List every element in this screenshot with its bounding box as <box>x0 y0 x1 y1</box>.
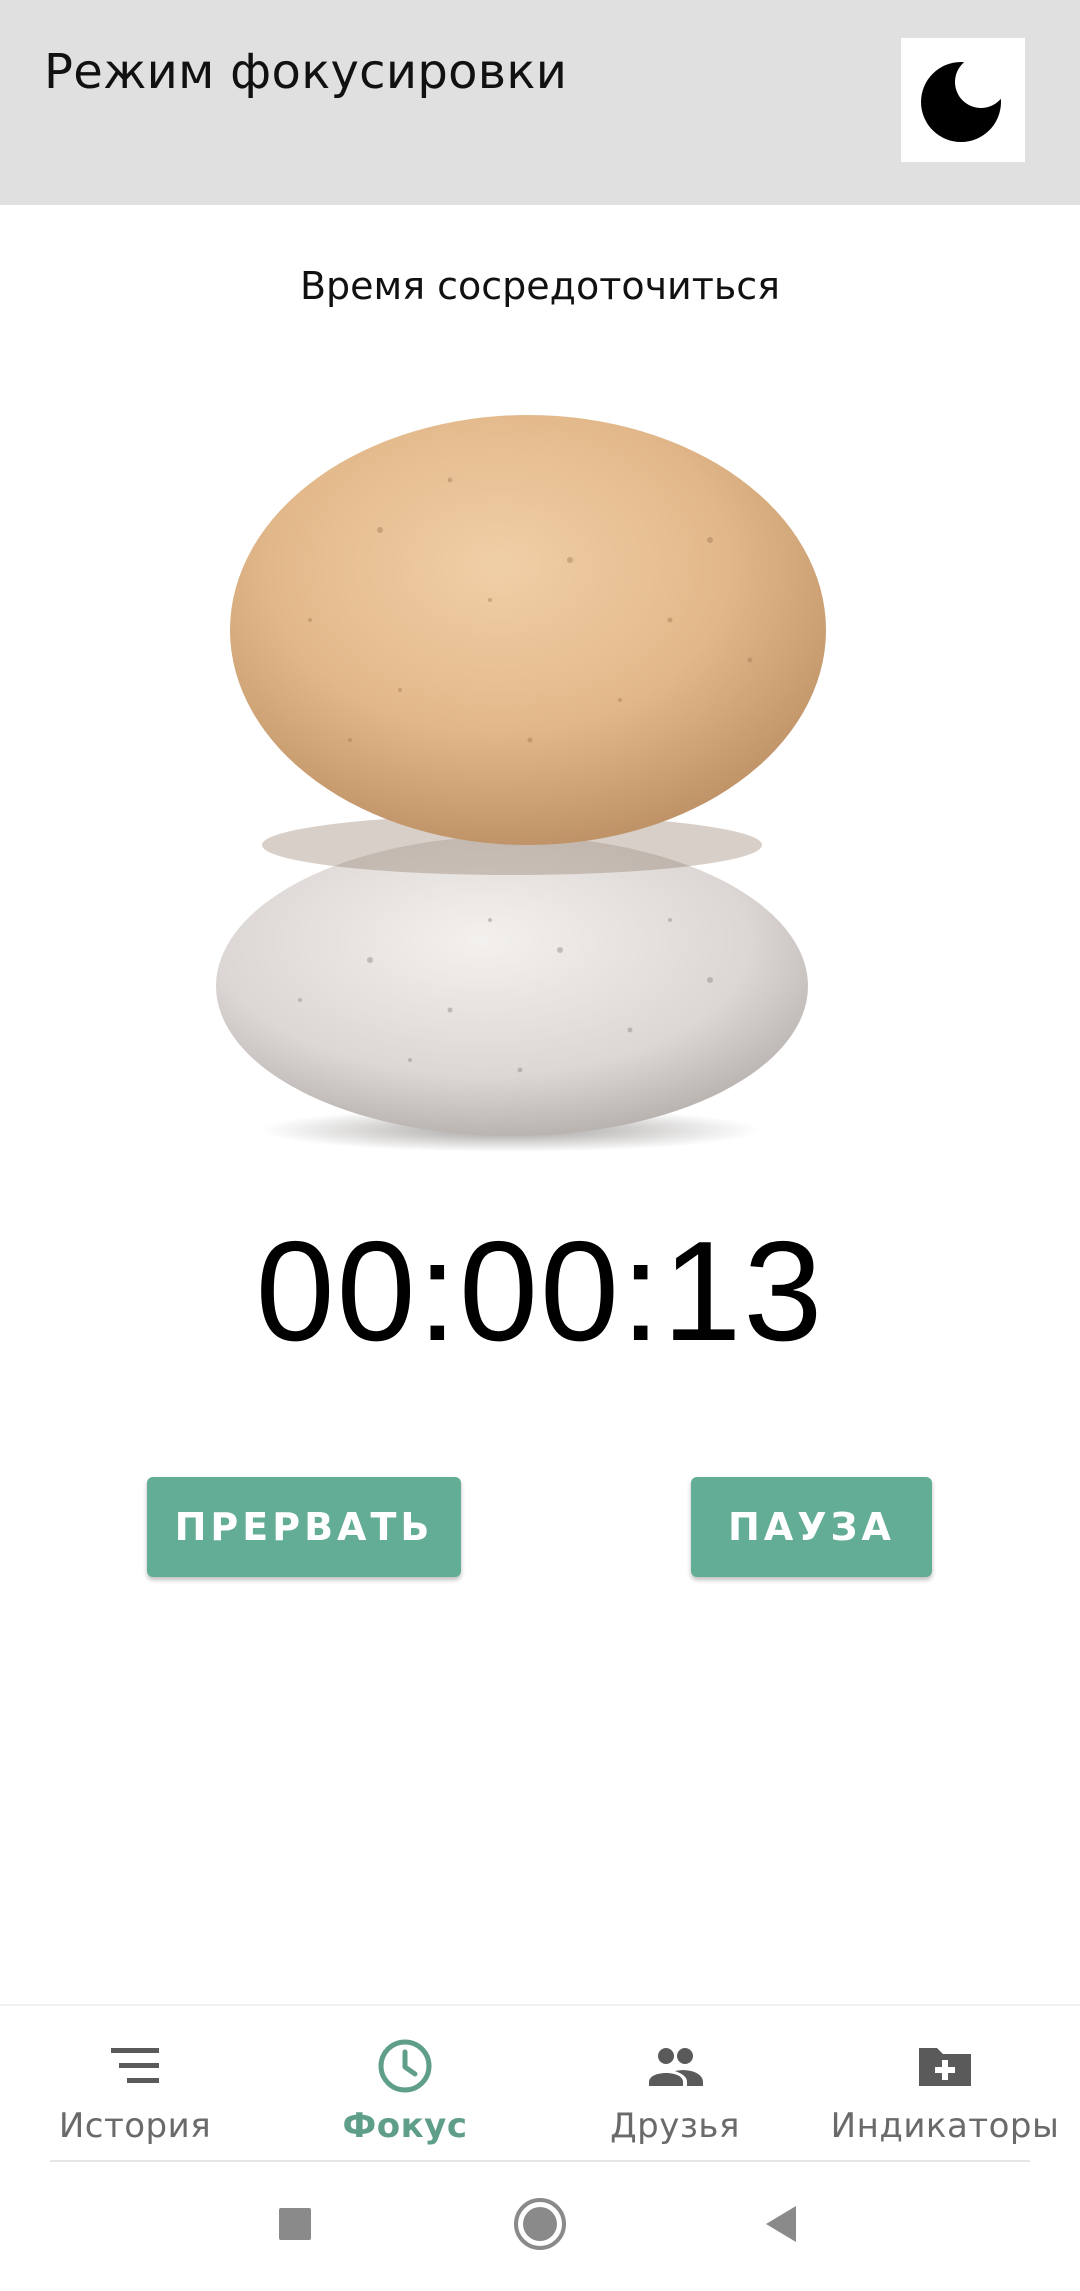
nav-item-history[interactable]: История <box>0 2006 270 2164</box>
nav-item-focus[interactable]: Фокус <box>270 2006 540 2164</box>
nav-label-history: История <box>58 2106 212 2146</box>
theme-toggle-button[interactable] <box>901 38 1025 162</box>
nav-item-friends[interactable]: Друзья <box>540 2006 810 2164</box>
nav-item-indicators[interactable]: Индикаторы <box>810 2006 1080 2164</box>
folder-add-icon <box>919 2048 971 2086</box>
pause-button[interactable]: ПАУЗА <box>691 1477 932 1577</box>
home-button[interactable] <box>500 2184 580 2264</box>
clock-icon <box>378 2039 432 2093</box>
moon-icon <box>921 56 1007 142</box>
recents-square-icon <box>279 2208 311 2240</box>
app-bar: Режим фокусировки <box>0 0 1080 205</box>
focus-subtitle: Время сосредоточиться <box>299 264 781 308</box>
system-navigation-bar <box>0 2162 1080 2291</box>
recents-button[interactable] <box>255 2184 335 2264</box>
app-title: Режим фокусировки <box>44 44 568 100</box>
nav-label-focus: Фокус <box>342 2106 468 2146</box>
abort-button[interactable]: ПРЕРВАТЬ <box>147 1477 461 1577</box>
home-circle-icon <box>514 2198 566 2250</box>
nav-label-indicators: Индикаторы <box>830 2106 1060 2146</box>
bottom-navigation: История Фокус Друзья Индикаторы <box>0 2004 1080 2164</box>
people-icon <box>649 2048 703 2086</box>
back-triangle-icon <box>766 2206 796 2242</box>
back-button[interactable] <box>742 2184 822 2264</box>
nav-label-friends: Друзья <box>610 2106 740 2146</box>
list-icon <box>111 2048 159 2083</box>
timer-display: 00:00:13 <box>255 1212 825 1371</box>
focus-mode-screen: Режим фокусировки Время сосредоточиться <box>0 0 1080 2291</box>
stones-illustration <box>216 415 826 1152</box>
